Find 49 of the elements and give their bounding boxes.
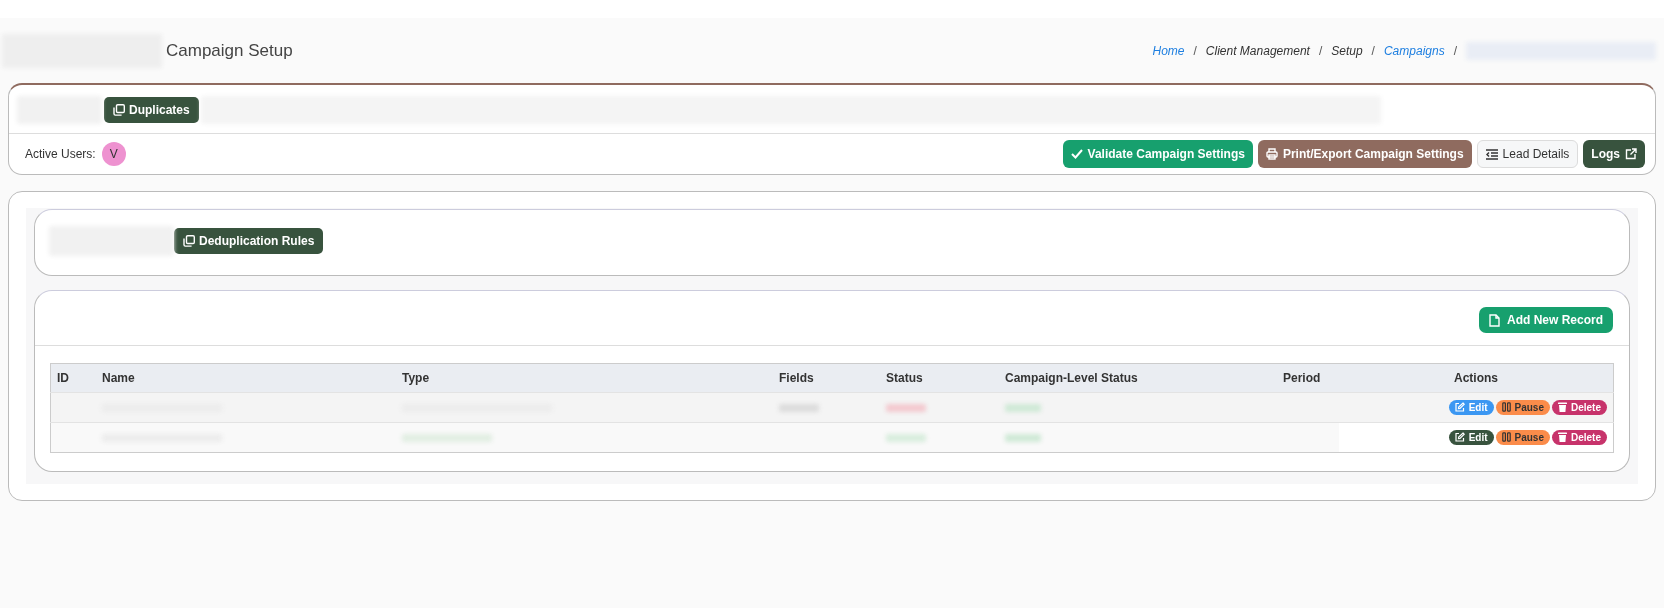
redacted-block	[886, 433, 926, 442]
add-record-button[interactable]: Add New Record	[1479, 307, 1613, 333]
pause-button[interactable]: Pause	[1495, 429, 1550, 445]
pause-icon	[1501, 402, 1511, 413]
active-users-label: Active Users:	[25, 147, 96, 161]
breadcrumb-separator: /	[1453, 44, 1457, 58]
breadcrumb-separator: /	[1193, 44, 1197, 58]
user-avatar: V	[101, 142, 126, 166]
page-title: Campaign Setup	[166, 41, 293, 61]
pause-icon	[1501, 432, 1511, 443]
redacted-block	[1005, 433, 1041, 442]
copy-icon	[183, 235, 195, 247]
validate-button[interactable]: Validate Campaign Settings	[1062, 140, 1253, 168]
column-header: Campaign-Level Status	[999, 363, 1277, 393]
breadcrumb-separator: /	[1318, 44, 1323, 58]
column-header: Name	[96, 363, 396, 393]
trash-icon	[1558, 432, 1567, 443]
breadcrumb-item: Setup	[1331, 44, 1363, 58]
delete-button[interactable]: Delete	[1552, 399, 1607, 415]
copy-icon	[113, 104, 125, 116]
column-header: ID	[50, 363, 96, 393]
edit-button[interactable]: Edit	[1448, 399, 1494, 415]
redacted-block	[886, 403, 926, 412]
breadcrumb-link[interactable]: Home	[1152, 44, 1185, 58]
edit-button[interactable]: Edit	[1448, 429, 1494, 445]
trash-icon	[1558, 402, 1567, 413]
tab[interactable]: Deduplication Rules	[174, 228, 324, 254]
redacted-block	[1005, 403, 1041, 412]
breadcrumb-link[interactable]: Campaigns	[1383, 44, 1445, 58]
breadcrumb-separator: /	[1371, 44, 1375, 58]
tab[interactable]: Duplicates	[104, 97, 199, 123]
edit-icon	[1454, 432, 1465, 443]
logs-button[interactable]: Logs	[1583, 140, 1645, 168]
column-header: Period	[1277, 363, 1339, 393]
delete-button[interactable]: Delete	[1552, 429, 1607, 445]
print-button[interactable]: Print/Export Campaign Settings	[1257, 140, 1472, 168]
breadcrumb-item: Client Management	[1205, 44, 1310, 58]
column-header: Type	[396, 363, 773, 393]
column-header: Fields	[773, 363, 880, 393]
column-header: Actions	[1339, 363, 1614, 393]
file-icon	[1489, 313, 1500, 327]
check-icon	[1070, 149, 1083, 159]
details-button[interactable]: Lead Details	[1476, 140, 1579, 168]
printer-icon	[1265, 148, 1278, 160]
external-link-icon	[1625, 148, 1637, 160]
column-header: Status	[880, 363, 999, 393]
edit-icon	[1454, 402, 1465, 413]
pause-button[interactable]: Pause	[1495, 399, 1550, 415]
indent-list-icon	[1485, 148, 1498, 160]
